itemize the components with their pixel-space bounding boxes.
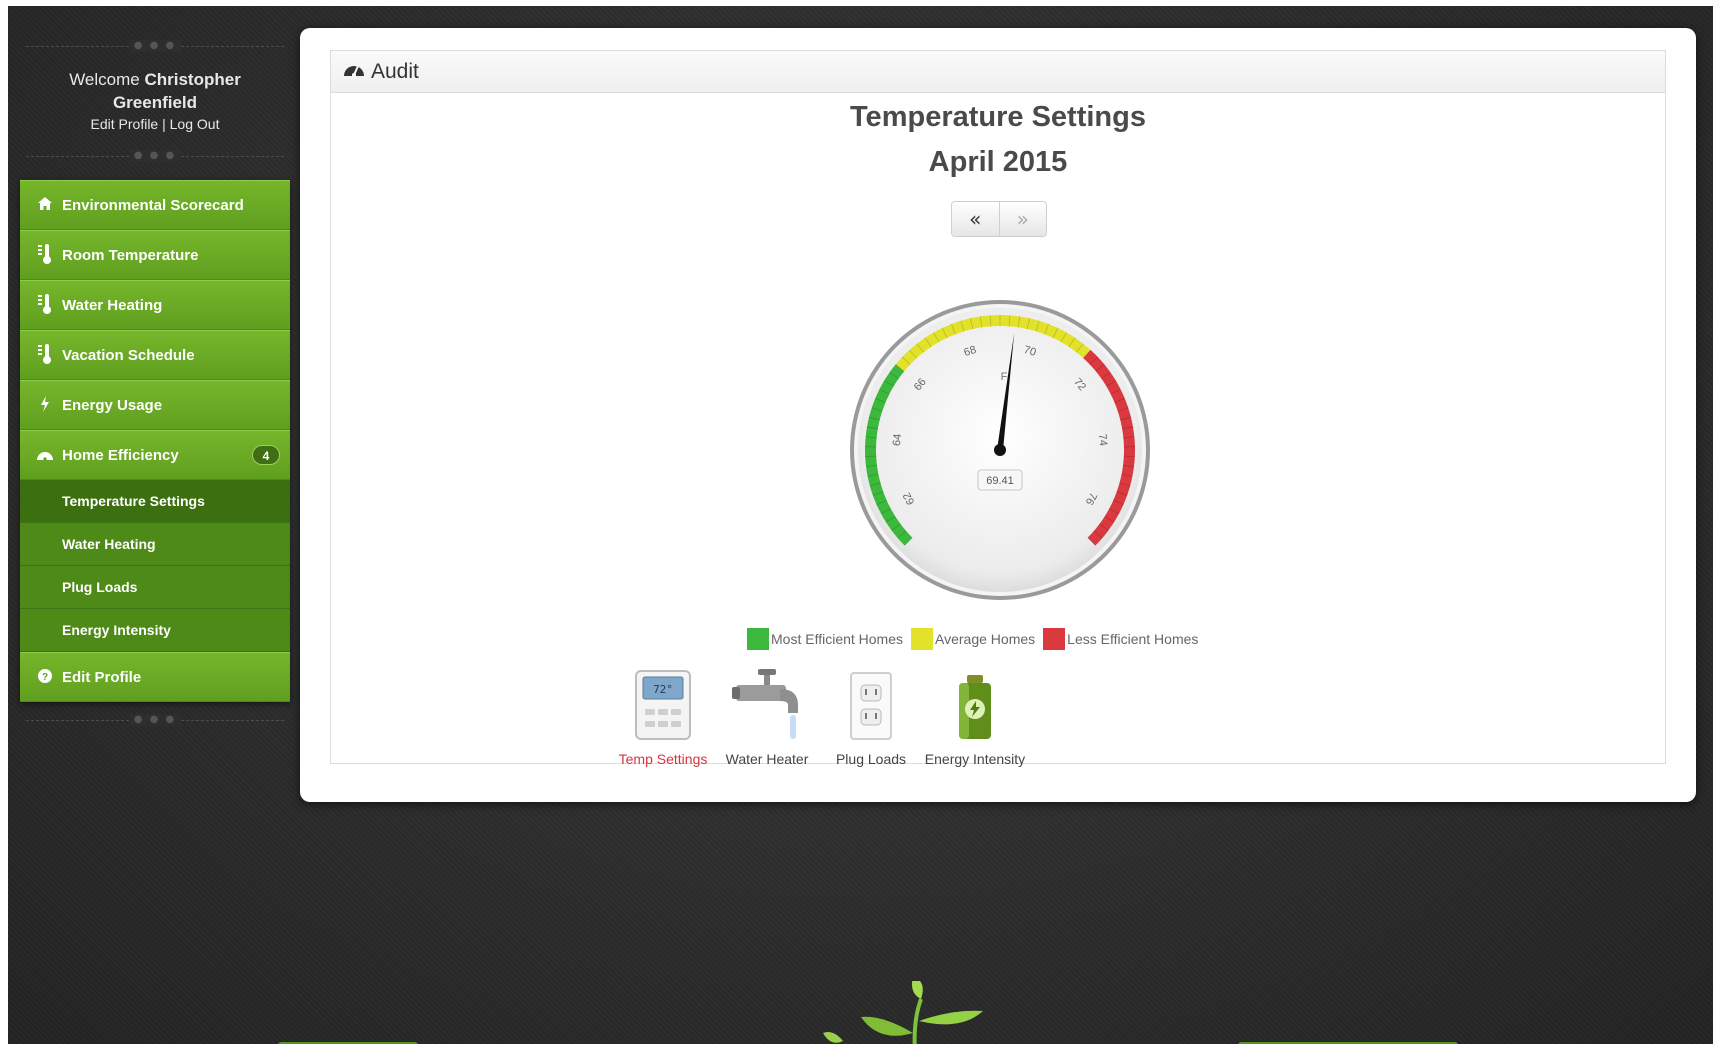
app-label: Energy Intensity: [924, 751, 1026, 767]
titles: Temperature Settings April 2015: [331, 101, 1665, 179]
sidebar-divider: ● ● ●: [20, 40, 290, 52]
welcome-line: Welcome Christopher: [20, 68, 290, 91]
double-chevron-right-icon: »: [1016, 207, 1029, 231]
legend-label: Average Homes: [935, 631, 1036, 647]
nav-item-label: Water Heating: [62, 296, 163, 314]
gauge-needle-hub: [994, 444, 1006, 456]
user-first-name: Christopher: [144, 70, 241, 89]
nav-item-label: Energy Usage: [62, 396, 163, 414]
subnav-item-energy-intensity[interactable]: Energy Intensity: [20, 609, 290, 652]
subnav-item-label: Temperature Settings: [62, 493, 205, 509]
subnav-item-label: Water Heating: [62, 536, 156, 552]
audit-apps: 72° Temp Settings Water Heater Plug Load…: [611, 661, 1027, 771]
period-pager: « »: [951, 201, 1047, 237]
nav-item-edit-profile[interactable]: ? Edit Profile: [20, 652, 290, 702]
temperature-gauge: 62646668 70727476F69.41: [850, 300, 1150, 600]
nav-item-label: Vacation Schedule: [62, 346, 195, 364]
subnav-item-temperature-settings[interactable]: Temperature Settings: [20, 480, 290, 523]
dashboard-icon: [34, 447, 56, 464]
app-temp-settings[interactable]: 72° Temp Settings: [611, 661, 715, 771]
subnav-item-water-heating[interactable]: Water Heating: [20, 523, 290, 566]
legend-swatch: [911, 628, 934, 650]
dashboard-icon: [343, 60, 365, 84]
gauge-value-label: 69.41: [986, 475, 1014, 487]
card-title: Audit: [371, 59, 419, 83]
nav-item-room-temperature[interactable]: Room Temperature: [20, 230, 290, 280]
battery-icon: [923, 661, 1027, 741]
sidebar: ● ● ● Welcome Christopher Greenfield Edi…: [20, 36, 290, 730]
plant-sprout-decoration: [823, 981, 983, 1044]
app-energy-intensity[interactable]: Energy Intensity: [923, 661, 1027, 771]
nav-item-water-heating[interactable]: Water Heating: [20, 280, 290, 330]
nav-item-label: Home Efficiency: [62, 446, 179, 464]
notification-badge: 4: [252, 445, 280, 465]
gauge-tick-label: 64: [891, 433, 904, 446]
app-water-heater[interactable]: Water Heater: [715, 661, 819, 771]
gauge-unit-label: F: [1001, 371, 1008, 383]
subnav-item-label: Plug Loads: [62, 579, 138, 595]
audit-card: Audit Temperature Settings April 2015 « …: [330, 50, 1666, 767]
account-links: Edit Profile | Log Out: [20, 116, 290, 132]
log-out-link[interactable]: Log Out: [170, 116, 220, 132]
link-separator: |: [162, 116, 166, 132]
sidebar-divider: ● ● ●: [20, 714, 290, 726]
app-label: Temp Settings: [618, 751, 708, 767]
legend-entry: Most Efficient Homes: [747, 628, 903, 650]
thermometer-icon: [34, 342, 56, 369]
svg-text:?: ?: [42, 672, 48, 683]
card-header: Audit: [331, 51, 1665, 93]
legend-label: Most Efficient Homes: [771, 631, 904, 647]
nav-item-environmental-scorecard[interactable]: Environmental Scorecard: [20, 180, 290, 230]
subnav-item-label: Energy Intensity: [62, 622, 171, 638]
sidebar-nav: Environmental Scorecard Room Temperature…: [20, 180, 290, 702]
legend-entry: Average Homes: [911, 628, 1035, 650]
period-label: April 2015: [928, 146, 1068, 178]
previous-period-button[interactable]: «: [952, 202, 999, 236]
thermometer-icon: [34, 242, 56, 269]
nav-item-vacation-schedule[interactable]: Vacation Schedule: [20, 330, 290, 380]
double-chevron-left-icon: «: [969, 207, 982, 231]
gauge-minor-tick: [865, 455, 877, 458]
nav-item-energy-usage[interactable]: Energy Usage: [20, 380, 290, 430]
app-screen: ● ● ● Welcome Christopher Greenfield Edi…: [8, 6, 1713, 1044]
main-panel: Audit Temperature Settings April 2015 « …: [300, 28, 1696, 802]
welcome-greeting: Welcome: [69, 70, 140, 89]
svg-text:72°: 72°: [653, 683, 673, 696]
legend-label: Less Efficient Homes: [1067, 631, 1199, 647]
nav-item-home-efficiency[interactable]: Home Efficiency 4: [20, 430, 290, 480]
gauge-tick-label: 74: [1096, 433, 1109, 446]
home-icon: [34, 197, 56, 213]
nav-item-label: Environmental Scorecard: [62, 196, 244, 214]
legend-entry: Less Efficient Homes: [1043, 628, 1198, 650]
gauge-legend: Most Efficient Homes Average Homes Less …: [747, 628, 1206, 650]
app-label: Plug Loads: [835, 751, 907, 767]
outlet-icon: [819, 661, 923, 741]
subnav-item-plug-loads[interactable]: Plug Loads: [20, 566, 290, 609]
user-last-name: Greenfield: [112, 93, 198, 112]
sidebar-divider: ● ● ●: [20, 150, 290, 162]
faucet-icon: [715, 661, 819, 741]
legend-swatch: [747, 628, 769, 650]
question-circle-icon: ?: [34, 668, 56, 686]
nav-item-label: Room Temperature: [62, 246, 199, 264]
edit-profile-link[interactable]: Edit Profile: [91, 116, 159, 132]
thermostat-icon: 72°: [611, 661, 715, 741]
gauge-minor-tick: [1123, 455, 1135, 458]
thermometer-icon: [34, 292, 56, 319]
nav-item-label: Edit Profile: [62, 668, 142, 686]
app-plug-loads[interactable]: Plug Loads: [819, 661, 923, 771]
app-label: Water Heater: [725, 751, 809, 767]
welcome-block: Welcome Christopher Greenfield Edit Prof…: [20, 56, 290, 146]
bolt-icon: [34, 395, 56, 415]
page-title: Temperature Settings: [850, 101, 1146, 133]
legend-swatch: [1043, 628, 1066, 650]
next-period-button[interactable]: »: [998, 202, 1046, 236]
